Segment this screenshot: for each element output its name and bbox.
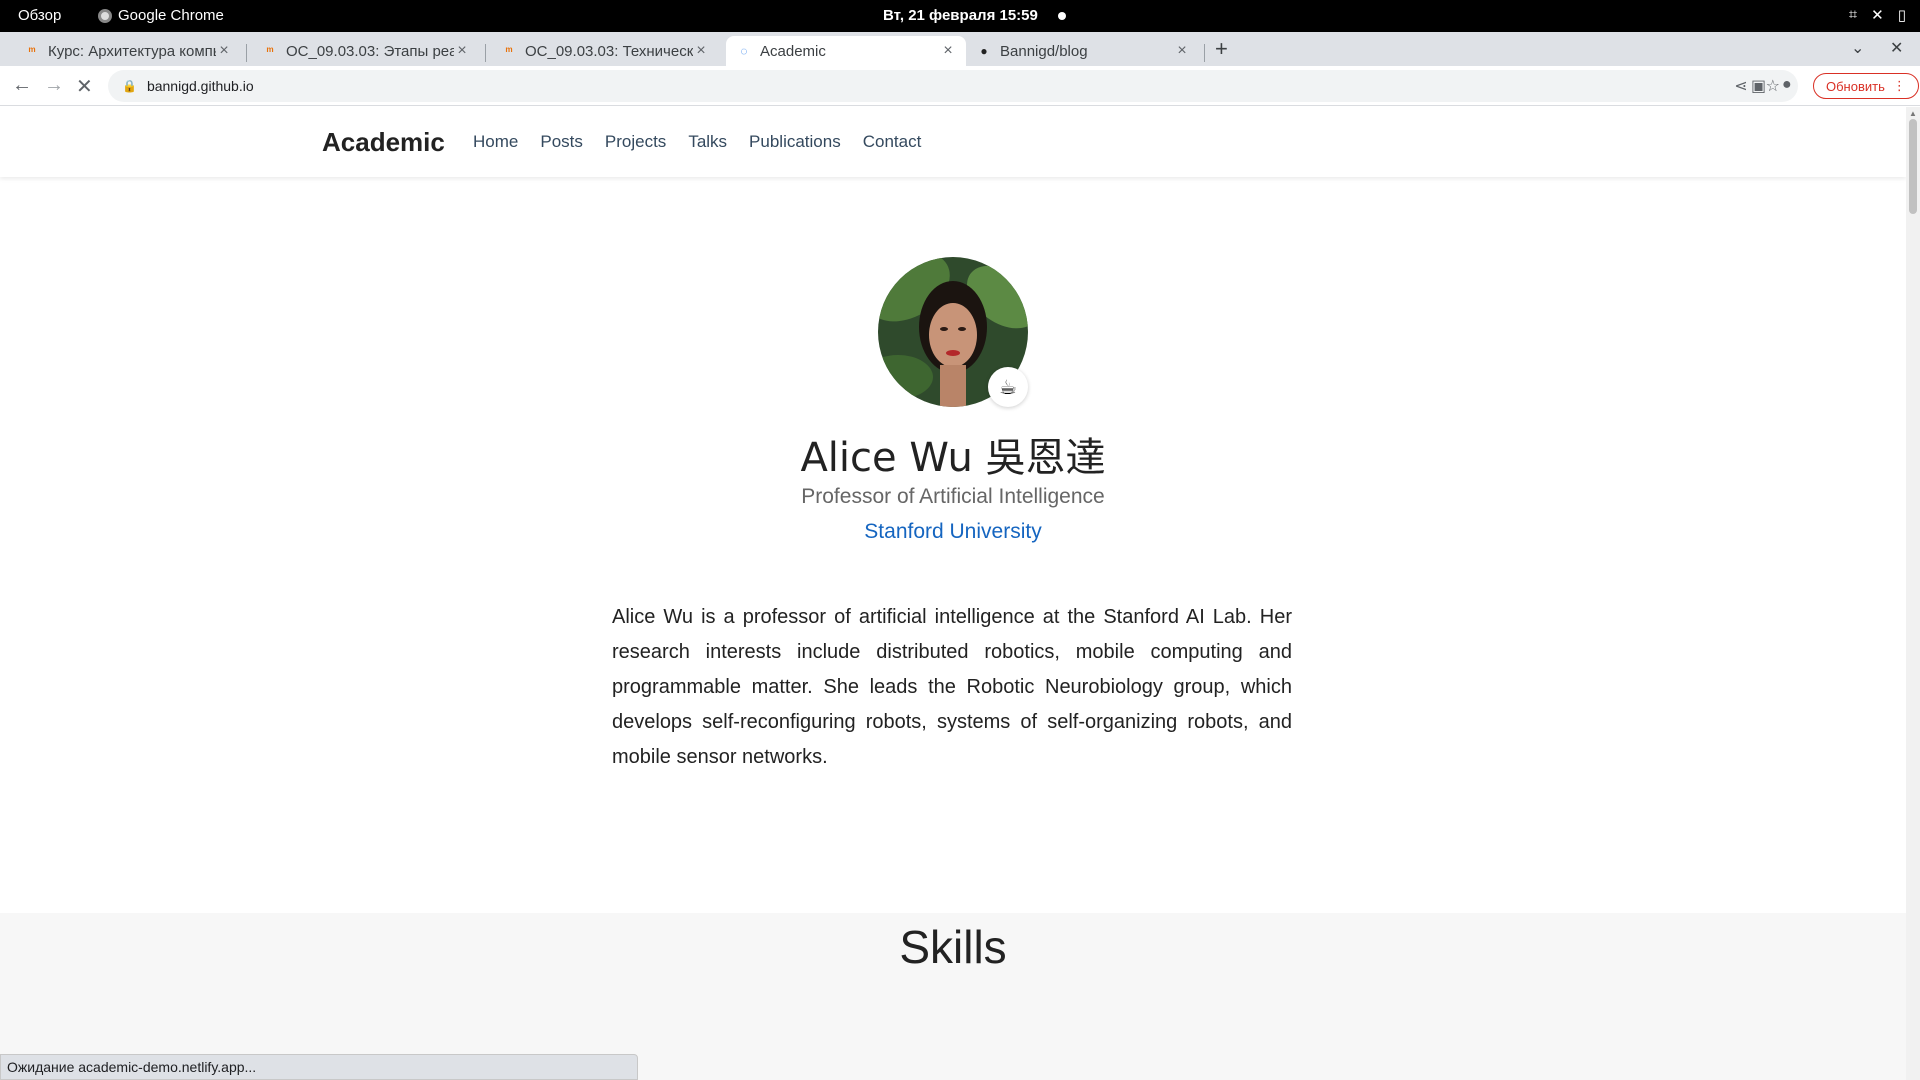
- tab-title: ОС_09.03.03: Этапы реал: [286, 42, 454, 60]
- new-tab-plus-icon[interactable]: +: [1215, 36, 1228, 62]
- nav-talks[interactable]: Talks: [688, 132, 727, 152]
- tab-academic[interactable]: ◌ Academic ×: [726, 36, 966, 66]
- os-top-bar: Обзор Google Chrome Вт, 21 февраля 15:59…: [0, 0, 1920, 32]
- tab-separator: [1204, 44, 1205, 62]
- moodle-icon: ᵐ: [266, 44, 274, 58]
- profile-role: Professor of Artificial Intelligence: [801, 485, 1105, 508]
- system-tray[interactable]: ⌗ ✕ ▯: [1849, 6, 1906, 24]
- menu-kebab-icon: ⋮: [1892, 78, 1906, 93]
- tab-title: Academic: [760, 42, 826, 60]
- browser-toolbar: ← → ✕ 🔒 bannigd.github.io ⋖ ☆ ▣ ● Обнови…: [0, 66, 1920, 106]
- page-scrollbar[interactable]: ▲: [1906, 107, 1920, 1080]
- window-close-icon[interactable]: ✕: [1890, 38, 1903, 58]
- tab-separator: [485, 44, 486, 62]
- update-button[interactable]: Обновить ⋮: [1813, 73, 1919, 99]
- nav-posts[interactable]: Posts: [540, 132, 583, 152]
- close-icon[interactable]: ×: [693, 42, 709, 60]
- network-icon[interactable]: ⌗: [1849, 6, 1857, 24]
- close-icon[interactable]: ×: [454, 42, 470, 60]
- tab-github-blog[interactable]: ● Bannigd/blog ×: [966, 36, 1200, 66]
- tab-title: Курс: Архитектура компь: [48, 42, 216, 60]
- url-text[interactable]: bannigd.github.io: [147, 78, 254, 94]
- moodle-icon: ᵐ: [505, 44, 513, 58]
- profile-avatar-icon[interactable]: ●: [1782, 76, 1792, 94]
- skills-heading: Skills: [899, 921, 1007, 973]
- close-icon[interactable]: ×: [1174, 42, 1190, 60]
- tab-os-stages[interactable]: ᵐ ОС_09.03.03: Этапы реал ×: [252, 36, 480, 66]
- nav-publications[interactable]: Publications: [749, 132, 841, 152]
- close-icon[interactable]: ×: [216, 42, 232, 60]
- nav-contact[interactable]: Contact: [863, 132, 922, 152]
- clock[interactable]: Вт, 21 февраля 15:59: [883, 7, 1038, 24]
- profile-organization-link[interactable]: Stanford University: [0, 520, 1906, 544]
- loading-icon: ◌: [740, 44, 748, 58]
- profile-bio: Alice Wu is a professor of artificial in…: [612, 606, 1292, 768]
- update-label: Обновить: [1826, 78, 1885, 94]
- site-navbar: Academic Home Posts Projects Talks Publi…: [0, 107, 1906, 177]
- back-arrow-icon[interactable]: ←: [12, 74, 32, 97]
- site-nav-links: Home Posts Projects Talks Publications C…: [473, 132, 921, 152]
- tab-title: ОС_09.03.03: Техническа: [525, 42, 693, 60]
- share-icon[interactable]: ⋖: [1734, 76, 1747, 96]
- tab-search-chevron-icon[interactable]: ⌄: [1851, 38, 1864, 58]
- site-brand[interactable]: Academic: [322, 127, 445, 158]
- app-menu[interactable]: Google Chrome: [98, 7, 224, 24]
- volume-muted-icon[interactable]: ✕: [1871, 6, 1884, 24]
- profile-name: Alice Wu 吳恩達: [800, 435, 1106, 481]
- tab-strip: ᵐ Курс: Архитектура компь × ᵐ ОС_09.03.0…: [0, 32, 1920, 66]
- forward-arrow-icon[interactable]: →: [44, 74, 64, 97]
- side-panel-icon[interactable]: ▣: [1751, 76, 1766, 96]
- app-name: Google Chrome: [118, 7, 224, 24]
- tab-separator: [246, 44, 247, 62]
- scrollbar-thumb[interactable]: [1909, 119, 1917, 214]
- moodle-icon: ᵐ: [28, 44, 36, 58]
- nav-home[interactable]: Home: [473, 132, 518, 152]
- lock-icon[interactable]: 🔒: [122, 79, 137, 93]
- github-icon: ●: [980, 44, 988, 58]
- tab-os-technical[interactable]: ᵐ ОС_09.03.03: Техническа ×: [491, 36, 719, 66]
- chrome-icon: [98, 8, 112, 23]
- battery-icon[interactable]: ▯: [1898, 6, 1906, 24]
- indicator-dot-icon: [1058, 12, 1066, 20]
- scroll-up-arrow-icon[interactable]: ▲: [1909, 109, 1917, 118]
- nav-projects[interactable]: Projects: [605, 132, 666, 152]
- close-icon[interactable]: ×: [940, 42, 956, 60]
- tab-course-architecture[interactable]: ᵐ Курс: Архитектура компь ×: [14, 36, 242, 66]
- activities-button[interactable]: Обзор: [18, 7, 61, 24]
- status-emoji-badge: ☕: [988, 367, 1028, 407]
- tab-title: Bannigd/blog: [1000, 42, 1088, 60]
- address-bar[interactable]: 🔒 bannigd.github.io ⋖ ☆: [108, 70, 1798, 102]
- bookmark-star-icon[interactable]: ☆: [1766, 76, 1780, 96]
- status-bubble: Ожидание academic-demo.netlify.app...: [0, 1054, 638, 1080]
- stop-loading-icon[interactable]: ✕: [76, 74, 93, 99]
